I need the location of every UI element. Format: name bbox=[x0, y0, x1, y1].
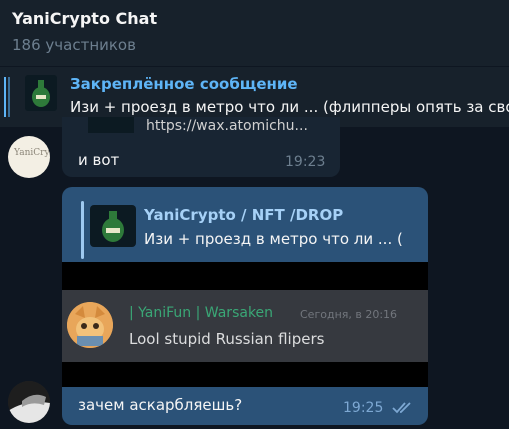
reply-text: Изи + проезд в метро что ли ... ( bbox=[144, 230, 403, 248]
pinned-indicator bbox=[4, 77, 6, 117]
avatar-logo-text: YaniCrypto bbox=[14, 148, 50, 158]
reply-author[interactable]: YaniCrypto / NFT /DROP bbox=[144, 206, 343, 224]
double-check-icon bbox=[392, 402, 411, 414]
message-text: и вот bbox=[78, 151, 120, 169]
message-time: 19:25 bbox=[343, 400, 384, 416]
discord-username: | YaniFun | Warsaken bbox=[129, 305, 274, 321]
pinned-thumbnail bbox=[25, 75, 57, 111]
discord-timestamp: Сегодня, в 20:16 bbox=[300, 308, 398, 321]
message-time: 19:23 bbox=[285, 154, 326, 170]
attached-image[interactable]: | YaniFun | Warsaken Сегодня, в 20:16 Lo… bbox=[62, 262, 428, 387]
user-avatar-image bbox=[8, 381, 50, 423]
member-count: 186 участников bbox=[12, 36, 136, 54]
link-fragment[interactable]: https://wax.atomichu... bbox=[146, 118, 308, 134]
pinned-text: Изи + проезд в метро что ли ... (флиппер… bbox=[70, 98, 509, 116]
link-preview-thumbnail bbox=[88, 117, 134, 133]
bottle-icon bbox=[102, 211, 124, 242]
message-text: зачем аскарбляешь? bbox=[78, 396, 243, 414]
user-avatar[interactable] bbox=[8, 381, 50, 423]
chat-title: YaniCrypto Chat bbox=[12, 9, 158, 28]
cat-icon bbox=[67, 302, 113, 348]
reply-indicator bbox=[81, 201, 84, 259]
pinned-indicator-secondary bbox=[8, 77, 10, 117]
reply-thumbnail bbox=[90, 205, 136, 247]
pinned-label: Закреплённое сообщение bbox=[70, 75, 298, 93]
chat-header[interactable]: YaniCrypto Chat 186 участников bbox=[0, 0, 509, 66]
discord-message: Lool stupid Russian flipers bbox=[129, 330, 325, 348]
bottle-icon bbox=[32, 80, 50, 107]
discord-screenshot: | YaniFun | Warsaken Сегодня, в 20:16 Lo… bbox=[62, 290, 428, 362]
outgoing-message-bubble[interactable]: YaniCrypto / NFT /DROP Изи + проезд в ме… bbox=[62, 187, 428, 425]
yanicrypto-logo-avatar[interactable]: YaniCrypto bbox=[8, 136, 50, 178]
discord-avatar bbox=[67, 302, 113, 348]
